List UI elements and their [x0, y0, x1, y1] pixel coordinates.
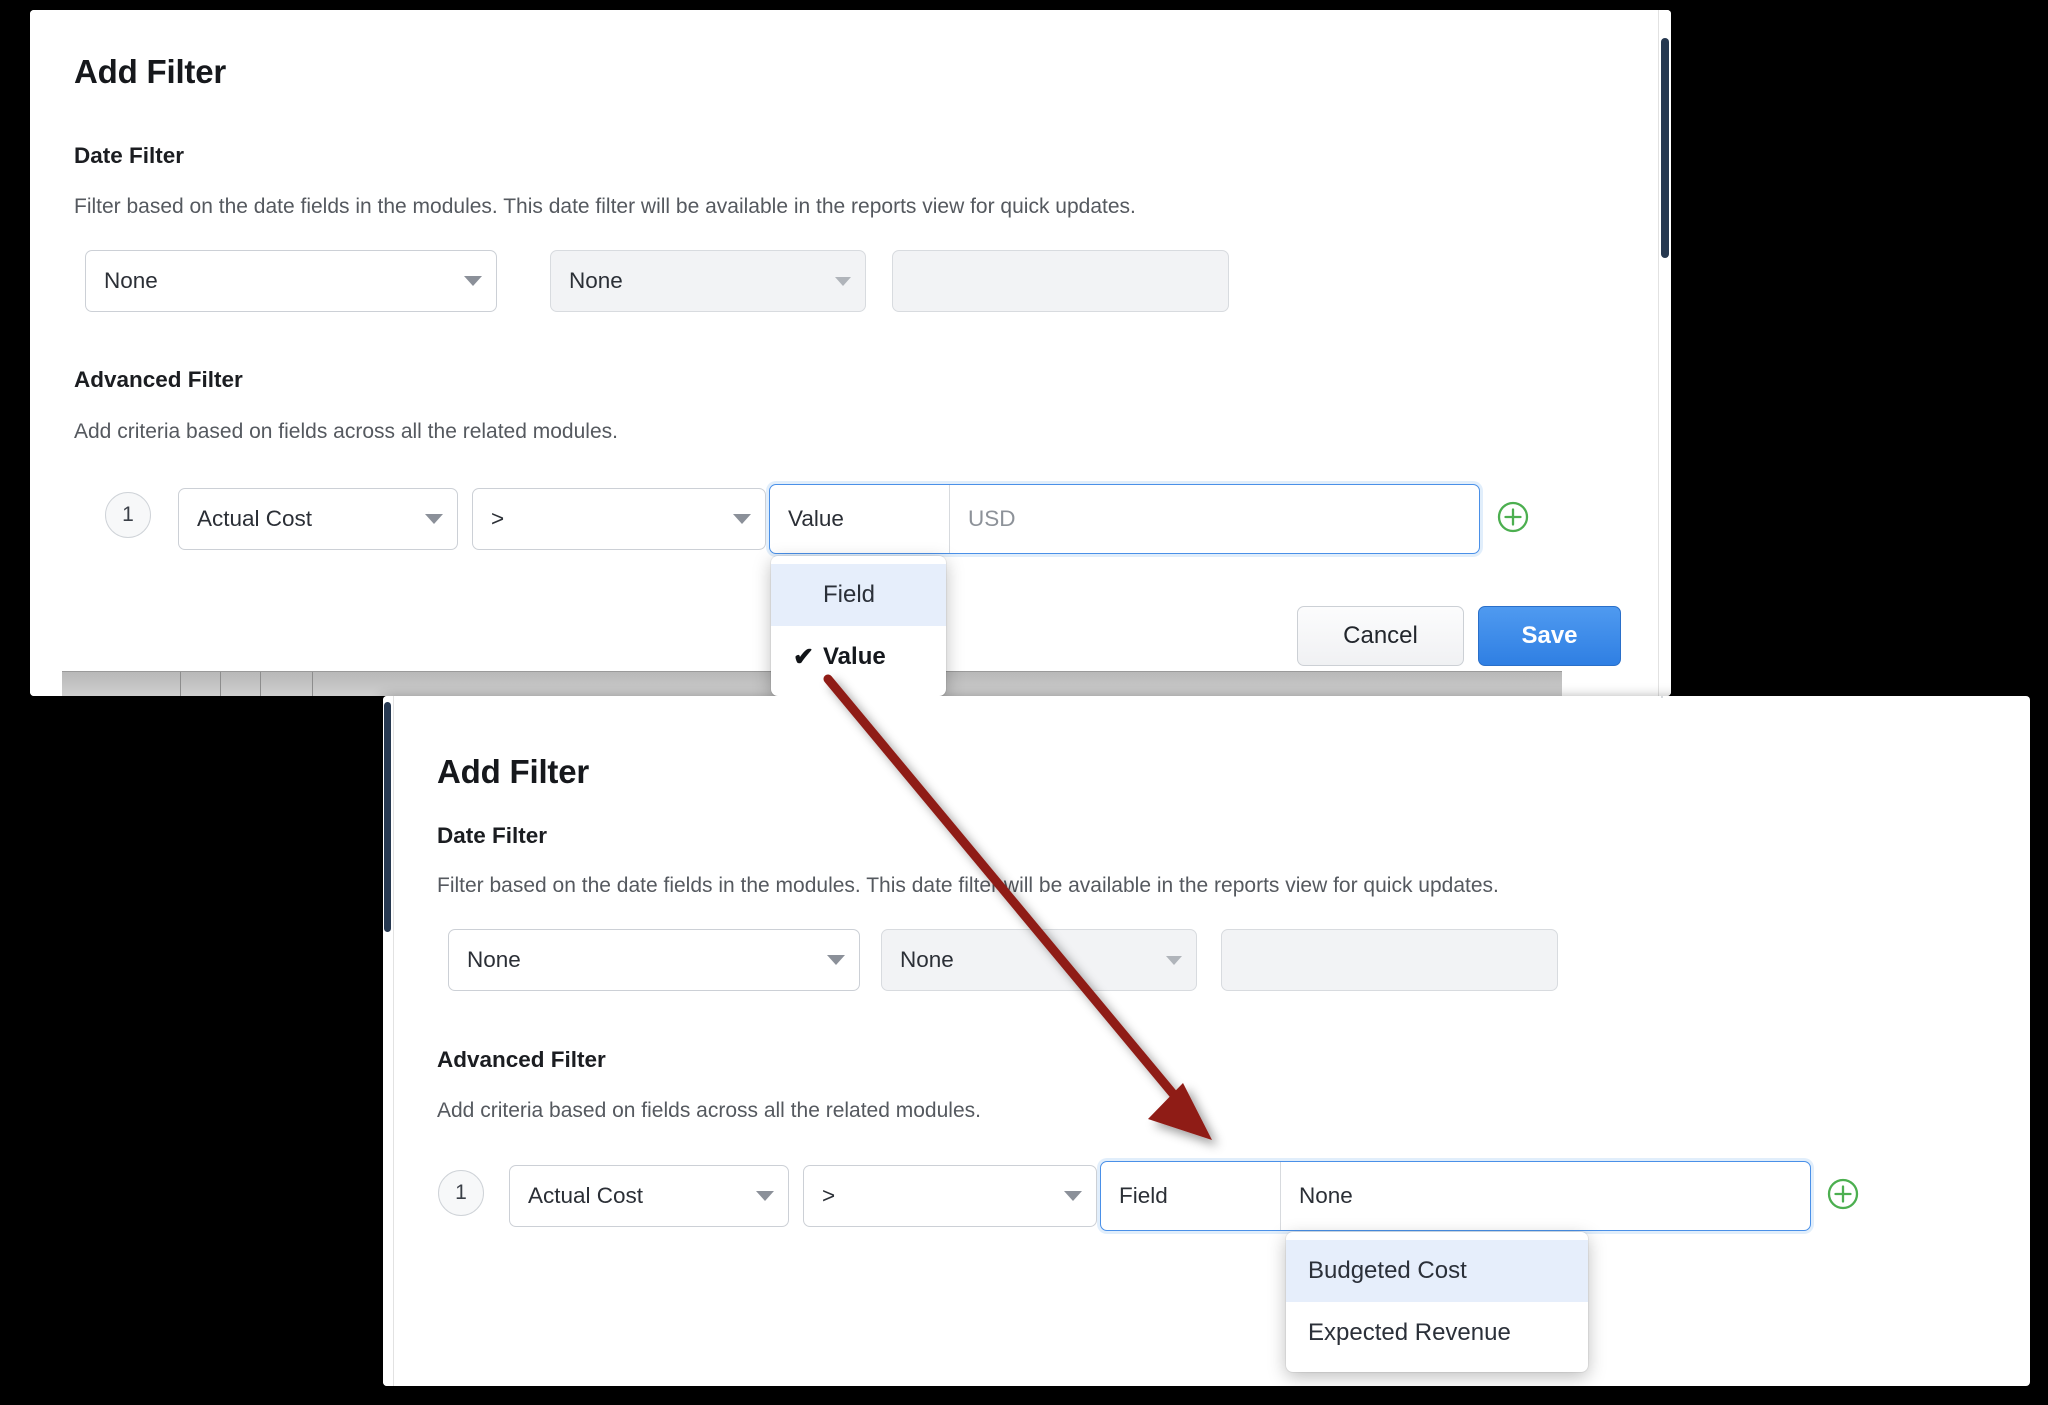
date-filter-field-select[interactable]: None — [448, 929, 860, 991]
dropdown-option-label: Budgeted Cost — [1308, 1257, 1467, 1284]
date-filter-value-input[interactable] — [1221, 929, 1558, 991]
criteria-value-group: Value USD — [769, 484, 1480, 554]
dropdown-option-budgeted-cost[interactable]: Budgeted Cost — [1286, 1240, 1588, 1302]
chevron-down-icon — [756, 1191, 774, 1201]
chevron-down-icon — [827, 955, 845, 965]
criteria-compare-type-select[interactable]: Value — [770, 485, 950, 553]
chevron-down-icon — [425, 514, 443, 524]
dropdown-option-label: Expected Revenue — [1308, 1319, 1511, 1346]
criteria-field-value: Actual Cost — [528, 1183, 644, 1208]
date-filter-heading: Date Filter — [437, 823, 548, 848]
criteria-operator-value: > — [822, 1183, 836, 1208]
compare-type-dropdown: ✔ Field ✔ Value — [771, 556, 946, 696]
dropdown-option-label: Value — [823, 643, 886, 670]
criteria-operator-select[interactable]: > — [472, 488, 766, 550]
criteria-index-badge: 1 — [105, 492, 151, 538]
scrollbar-thumb[interactable] — [384, 702, 391, 932]
cancel-button-label: Cancel — [1343, 622, 1418, 649]
chevron-down-icon — [733, 514, 751, 524]
chevron-down-icon — [464, 276, 482, 286]
date-filter-condition-value: None — [569, 268, 623, 293]
dialog-scrollbar[interactable] — [1658, 10, 1671, 696]
dropdown-option-expected-revenue[interactable]: Expected Revenue — [1286, 1302, 1588, 1364]
check-icon-placeholder: ✔ — [793, 580, 823, 610]
criteria-field-value: Actual Cost — [197, 506, 313, 531]
chevron-down-icon — [1166, 955, 1182, 965]
advanced-filter-description: Add criteria based on fields across all … — [437, 1099, 981, 1122]
date-filter-description: Filter based on the date fields in the m… — [74, 195, 1136, 218]
check-icon: ✔ — [793, 643, 814, 671]
criteria-compare-type-select[interactable]: Field — [1101, 1162, 1281, 1230]
save-button[interactable]: Save — [1478, 606, 1621, 666]
criteria-field-select[interactable]: Actual Cost — [509, 1165, 789, 1227]
criteria-compare-type-value: Value — [788, 506, 844, 531]
cancel-button[interactable]: Cancel — [1297, 606, 1464, 666]
criteria-operator-value: > — [491, 506, 505, 531]
criteria-value-text: None — [1299, 1183, 1353, 1208]
chevron-down-icon — [835, 276, 851, 286]
date-filter-value-input[interactable] — [892, 250, 1229, 312]
dropdown-option-value[interactable]: ✔ Value — [771, 626, 946, 688]
dropdown-option-field[interactable]: ✔ Field — [771, 564, 946, 626]
plus-circle-icon[interactable] — [1827, 1178, 1859, 1210]
date-filter-field-value: None — [104, 268, 158, 293]
criteria-value-select[interactable]: None — [1281, 1162, 1810, 1230]
add-filter-dialog-after: Add Filter Date Filter Filter based on t… — [383, 696, 2030, 1386]
date-filter-description: Filter based on the date fields in the m… — [437, 874, 1499, 897]
date-filter-field-select[interactable]: None — [85, 250, 497, 312]
plus-circle-icon[interactable] — [1497, 501, 1529, 533]
criteria-operator-select[interactable]: > — [803, 1165, 1097, 1227]
criteria-value-placeholder: USD — [968, 506, 1016, 531]
page-title: Add Filter — [74, 53, 226, 90]
date-filter-heading: Date Filter — [74, 143, 185, 168]
page-title: Add Filter — [437, 753, 589, 790]
criteria-value-group: Field None — [1100, 1161, 1811, 1231]
criteria-index-badge: 1 — [438, 1170, 484, 1216]
date-filter-condition-select[interactable]: None — [550, 250, 866, 312]
date-filter-condition-select[interactable]: None — [881, 929, 1197, 991]
date-filter-condition-value: None — [900, 947, 954, 972]
chevron-down-icon — [1064, 1191, 1082, 1201]
advanced-filter-description: Add criteria based on fields across all … — [74, 420, 618, 443]
field-options-dropdown: Budgeted Cost Expected Revenue — [1286, 1232, 1588, 1372]
add-filter-dialog-before: Add Filter Date Filter Filter based on t… — [30, 10, 1671, 696]
dialog-scrollbar[interactable] — [383, 696, 394, 1386]
criteria-value-input[interactable]: USD — [950, 485, 1479, 553]
dropdown-option-label: Field — [823, 581, 876, 608]
scrollbar-thumb[interactable] — [1661, 38, 1669, 258]
save-button-label: Save — [1521, 622, 1578, 649]
criteria-field-select[interactable]: Actual Cost — [178, 488, 458, 550]
advanced-filter-heading: Advanced Filter — [74, 367, 243, 392]
criteria-compare-type-value: Field — [1119, 1183, 1168, 1208]
advanced-filter-heading: Advanced Filter — [437, 1047, 606, 1072]
date-filter-field-value: None — [467, 947, 521, 972]
